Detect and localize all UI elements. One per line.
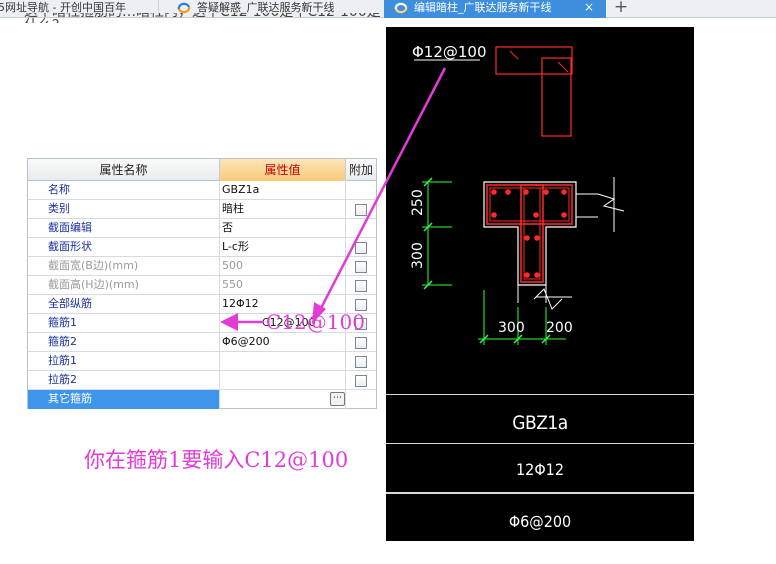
property-value[interactable]: 550	[220, 276, 346, 295]
property-value[interactable]: 500	[220, 257, 346, 276]
stirrup-outer-horizontal	[486, 184, 573, 225]
property-name: 截面宽(B边)(mm)	[28, 257, 220, 276]
stirrup-spec-cell: Φ6@200	[386, 493, 694, 541]
extra-cell	[346, 352, 376, 371]
column-section-drawing: Φ12@100 250 300 300 200	[410, 43, 625, 345]
property-name: 箍筋1	[28, 314, 220, 333]
screenshot-root: 5网址导航 - 开创中国百年 答疑解惑_广联达服务新干线 编辑暗柱_广联达服务新…	[0, 0, 776, 564]
property-name: 截面高(H边)(mm)	[28, 276, 220, 295]
new-tab-button[interactable]: +	[612, 0, 630, 16]
stirrup-spacing-label: Φ12@100	[412, 43, 487, 61]
property-value[interactable]: L-c形	[220, 238, 346, 257]
stirrup-outline-side	[541, 57, 572, 137]
stirrup-inner-horizontal	[489, 187, 570, 222]
table-row[interactable]: 截面形状 L-c形	[28, 238, 376, 257]
table-row[interactable]: 名称 GBZ1a	[28, 181, 376, 200]
extra-cell	[346, 276, 376, 295]
annotation-callout: C12@100	[266, 310, 365, 334]
longitudinal-bars-cell: 12Φ12	[386, 443, 694, 493]
extra-cell	[346, 333, 376, 352]
extra-cell	[346, 371, 376, 390]
property-value[interactable]	[220, 352, 346, 371]
property-name: 全部纵筋	[28, 295, 220, 314]
extra-checkbox[interactable]	[355, 242, 367, 254]
longitudinal-bars	[491, 189, 567, 278]
stirrup-inner-vertical	[523, 187, 541, 280]
stirrup-outline-top	[495, 46, 573, 75]
header-extra: 附加	[348, 163, 373, 177]
column-name-cell: GBZ1a	[386, 394, 694, 443]
extra-cell	[346, 219, 376, 238]
property-name: 截面编辑	[28, 219, 220, 238]
extra-cell	[346, 390, 376, 409]
extra-checkbox[interactable]	[355, 337, 367, 349]
extra-checkbox[interactable]	[355, 356, 367, 368]
property-name: 截面形状	[28, 238, 220, 257]
table-row[interactable]: 其它箍筋 ⋯	[28, 390, 376, 409]
more-options-button[interactable]: ⋯	[330, 392, 345, 406]
table-row[interactable]: 截面宽(B边)(mm) 500	[28, 257, 376, 276]
extra-checkbox[interactable]	[355, 204, 367, 216]
table-row[interactable]: 拉筋1	[28, 352, 376, 371]
dimension-300-vertical: 300	[410, 242, 426, 269]
property-table: 属性名称 属性值 附加 名称 GBZ1a 类别 暗柱 截面编辑 否 截面形状 L…	[27, 158, 377, 409]
extra-checkbox[interactable]	[355, 375, 367, 387]
dimension-lines	[422, 181, 566, 345]
glodon-logo-icon	[394, 2, 408, 14]
property-name: 其它箍筋	[28, 390, 220, 409]
dimension-200: 200	[546, 320, 573, 336]
property-name: 名称	[28, 181, 220, 200]
property-value[interactable]: GBZ1a	[220, 181, 346, 200]
close-tab-icon[interactable]: ×	[582, 0, 596, 15]
extra-cell	[346, 257, 376, 276]
extra-checkbox[interactable]	[355, 280, 367, 292]
table-row[interactable]: 拉筋2	[28, 371, 376, 390]
page-question-text: 这个暗柱箍筋的…暗柱内，这个C12-100是个C12-100是什么？	[24, 13, 384, 23]
property-value[interactable]: 暗柱	[220, 200, 346, 219]
table-row[interactable]: 类别 暗柱	[28, 200, 376, 219]
table-header: 属性名称 属性值 附加	[28, 159, 376, 181]
property-name: 拉筋2	[28, 371, 220, 390]
header-value: 属性值	[220, 159, 346, 181]
break-line-right	[576, 177, 625, 232]
tab-label: 编辑暗柱_广联达服务新干线	[414, 1, 552, 14]
header-name: 属性名称	[28, 159, 220, 181]
property-value[interactable]: ⋯	[220, 390, 346, 409]
extra-cell	[346, 200, 376, 219]
dimension-250: 250	[410, 189, 426, 216]
property-value[interactable]: 否	[220, 219, 346, 238]
extra-cell	[346, 181, 376, 200]
property-name: 箍筋2	[28, 333, 220, 352]
browser-tab-active[interactable]: 编辑暗柱_广联达服务新干线 ×	[384, 0, 606, 18]
table-row[interactable]: 截面高(H边)(mm) 550	[28, 276, 376, 295]
cad-drawing-panel: Φ12@100 250 300 300 200 GBZ1a 12Φ12 Φ6@2…	[386, 27, 694, 541]
property-name: 类别	[28, 200, 220, 219]
property-value[interactable]	[220, 371, 346, 390]
table-row[interactable]: 截面编辑 否	[28, 219, 376, 238]
dimension-300-horizontal: 300	[498, 320, 525, 336]
annotation-note: 你在箍筋1要输入C12@100	[84, 448, 349, 472]
table-row[interactable]: 箍筋2 Φ6@200	[28, 333, 376, 352]
column-outline	[483, 181, 577, 286]
extra-cell	[346, 238, 376, 257]
property-name: 拉筋1	[28, 352, 220, 371]
property-value[interactable]: Φ6@200	[220, 333, 346, 352]
extra-checkbox[interactable]	[355, 261, 367, 273]
